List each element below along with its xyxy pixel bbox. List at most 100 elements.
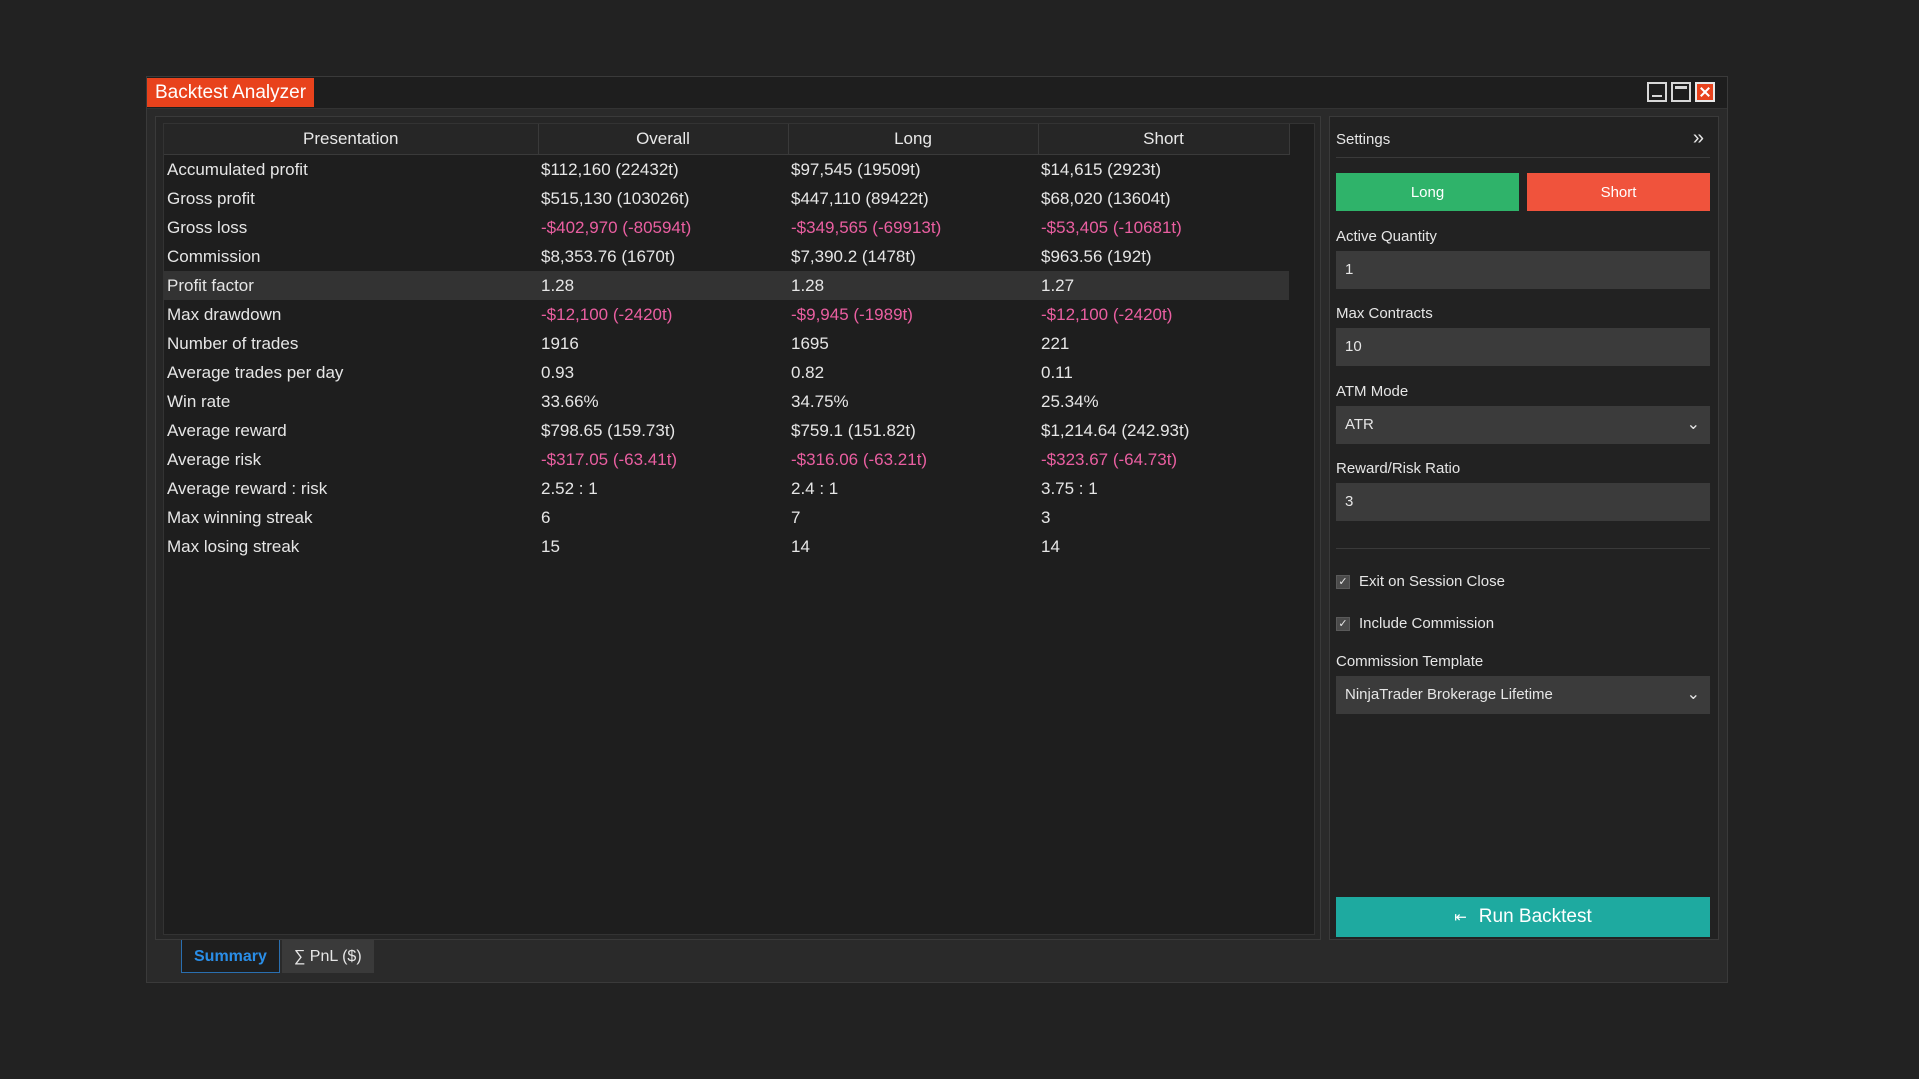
long-button[interactable]: Long: [1336, 173, 1519, 211]
row-label: Average reward: [167, 420, 287, 440]
row-label: Average reward : risk: [167, 478, 328, 498]
results-panel: Presentation Overall Long Short Accumula…: [155, 116, 1321, 940]
atm-mode-select[interactable]: ATR ⌄: [1336, 406, 1710, 444]
chevron-down-icon: ⌄: [1686, 416, 1700, 433]
row-label: Max winning streak: [167, 507, 313, 527]
cell-short: 0.11: [1041, 362, 1073, 382]
cell-overall: $8,353.76 (1670t): [541, 246, 676, 266]
max-contracts-label: Max Contracts: [1336, 305, 1433, 322]
cell-overall: $112,160 (22432t): [541, 159, 679, 179]
cell-long: 7: [791, 507, 801, 527]
cell-overall: 6: [541, 507, 551, 527]
row-label: Max losing streak: [167, 536, 300, 556]
close-icon[interactable]: [1695, 82, 1715, 102]
table-row[interactable]: Profit factor 1.28 1.28 1.27: [164, 271, 1289, 300]
backtest-analyzer-window: Backtest Analyzer Presentation Overall L…: [146, 76, 1728, 983]
run-backtest-button[interactable]: ⇤ Run Backtest: [1336, 897, 1710, 937]
table-row[interactable]: Number of trades 1916 1695 221: [164, 329, 1289, 358]
column-header-short[interactable]: Short: [1038, 124, 1290, 155]
exit-on-session-close-checkbox[interactable]: ✓: [1336, 574, 1350, 589]
row-label: Average trades per day: [167, 362, 344, 382]
window-controls: [1647, 82, 1715, 102]
cell-long: 14: [791, 536, 810, 556]
table-row[interactable]: Accumulated profit $112,160 (22432t) $97,5…: [164, 155, 1289, 185]
commission-template-select[interactable]: NinjaTrader Brokerage Lifetime ⌄: [1336, 676, 1710, 714]
results-table-body: Accumulated profit $112,160 (22432t) $97,5…: [164, 155, 1289, 562]
cell-short: 221: [1041, 333, 1070, 353]
cell-long: $759.1 (151.82t): [791, 420, 916, 440]
reward-risk-input[interactable]: 3: [1336, 483, 1710, 521]
run-arrow-icon: ⇤: [1454, 909, 1467, 926]
include-commission-checkbox[interactable]: ✓: [1336, 616, 1350, 631]
results-table-container: Presentation Overall Long Short Accumula…: [163, 123, 1315, 935]
title-bar[interactable]: Backtest Analyzer: [147, 77, 1727, 109]
table-row[interactable]: Average reward : risk 2.52 : 1 2.4 : 1 3.75…: [164, 474, 1289, 503]
column-header-presentation[interactable]: Presentation: [164, 124, 539, 155]
column-header-overall[interactable]: Overall: [538, 124, 789, 155]
cell-short: 1.27: [1038, 271, 1289, 300]
maximize-icon[interactable]: [1671, 82, 1691, 102]
table-row[interactable]: Win rate 33.66% 34.75% 25.34%: [164, 387, 1289, 416]
table-row[interactable]: Commission $8,353.76 (1670t) $7,390.2 (147…: [164, 242, 1289, 271]
minimize-icon[interactable]: [1647, 82, 1667, 102]
chevron-down-icon: ⌄: [1686, 686, 1700, 703]
table-row[interactable]: Average trades per day 0.93 0.82 0.11: [164, 358, 1289, 387]
cell-overall: -$402,970 (-80594t): [541, 217, 692, 237]
window-title: Backtest Analyzer: [147, 78, 315, 107]
cell-short: -$53,405 (-10681t): [1041, 217, 1182, 237]
collapse-icon[interactable]: »: [1693, 127, 1704, 150]
cell-long: $7,390.2 (1478t): [791, 246, 916, 266]
atm-mode-label: ATM Mode: [1336, 383, 1409, 400]
settings-divider: [1336, 548, 1710, 549]
table-header-row: Presentation Overall Long Short: [164, 124, 1290, 155]
cell-overall: 2.52 : 1: [541, 478, 598, 498]
max-contracts-input[interactable]: 10: [1336, 328, 1710, 366]
table-row[interactable]: Max drawdown -$12,100 (-2420t) -$9,945 (-1…: [164, 300, 1289, 329]
table-row[interactable]: Average reward $798.65 (159.73t) $759.1 (1…: [164, 416, 1289, 445]
short-button[interactable]: Short: [1527, 173, 1710, 211]
row-label: Gross profit: [167, 188, 255, 208]
table-row[interactable]: Gross loss -$402,970 (-80594t) -$349,565 (…: [164, 213, 1289, 242]
cell-long: 1695: [791, 333, 829, 353]
cell-overall: -$317.05 (-63.41t): [541, 449, 678, 469]
cell-overall: -$12,100 (-2420t): [541, 304, 673, 324]
cell-long: -$316.06 (-63.21t): [791, 449, 928, 469]
cell-overall: 0.93: [541, 362, 575, 382]
cell-short: -$323.67 (-64.73t): [1041, 449, 1178, 469]
cell-overall: 1.28: [538, 271, 788, 300]
row-label: Average risk: [167, 449, 262, 469]
include-commission-option[interactable]: ✓ Include Commission: [1336, 615, 1494, 632]
cell-short: $68,020 (13604t): [1041, 188, 1171, 208]
table-row[interactable]: Max losing streak 15 14 14: [164, 532, 1289, 561]
active-quantity-input[interactable]: 1: [1336, 251, 1710, 289]
tab-pnl[interactable]: ∑ PnL ($): [281, 940, 374, 973]
results-table: Presentation Overall Long Short Accumula…: [164, 124, 1290, 561]
exit-on-session-close-label: Exit on Session Close: [1359, 573, 1505, 590]
cell-overall: $798.65 (159.73t): [541, 420, 676, 440]
table-row[interactable]: Average risk -$317.05 (-63.41t) -$316.06 (…: [164, 445, 1289, 474]
cell-long: -$9,945 (-1989t): [791, 304, 913, 324]
commission-template-value: NinjaTrader Brokerage Lifetime: [1345, 686, 1553, 703]
table-row[interactable]: Max winning streak 6 7 3: [164, 503, 1289, 532]
cell-long: 0.82: [791, 362, 825, 382]
cell-short: 25.34%: [1041, 391, 1099, 411]
cell-long: $447,110 (89422t): [791, 188, 929, 208]
cell-overall: 33.66%: [541, 391, 599, 411]
reward-risk-label: Reward/Risk Ratio: [1336, 460, 1461, 477]
cell-overall: 1916: [541, 333, 579, 353]
exit-on-session-close-option[interactable]: ✓ Exit on Session Close: [1336, 573, 1505, 590]
cell-short: 14: [1041, 536, 1060, 556]
cell-short: -$12,100 (-2420t): [1041, 304, 1173, 324]
tab-summary[interactable]: Summary: [181, 940, 280, 973]
settings-header: Settings »: [1336, 125, 1710, 158]
direction-toggle: Long Short: [1336, 173, 1710, 211]
row-label: Max drawdown: [167, 304, 282, 324]
cell-overall: $515,130 (103026t): [541, 188, 690, 208]
cell-short: $1,214.64 (242.93t): [1041, 420, 1190, 440]
cell-short: 3.75 : 1: [1041, 478, 1098, 498]
cell-long: -$349,565 (-69913t): [791, 217, 942, 237]
column-header-long[interactable]: Long: [788, 124, 1039, 155]
atm-mode-value: ATR: [1345, 416, 1374, 433]
row-label: Number of trades: [167, 333, 299, 353]
table-row[interactable]: Gross profit $515,130 (103026t) $447,110 (…: [164, 184, 1289, 213]
